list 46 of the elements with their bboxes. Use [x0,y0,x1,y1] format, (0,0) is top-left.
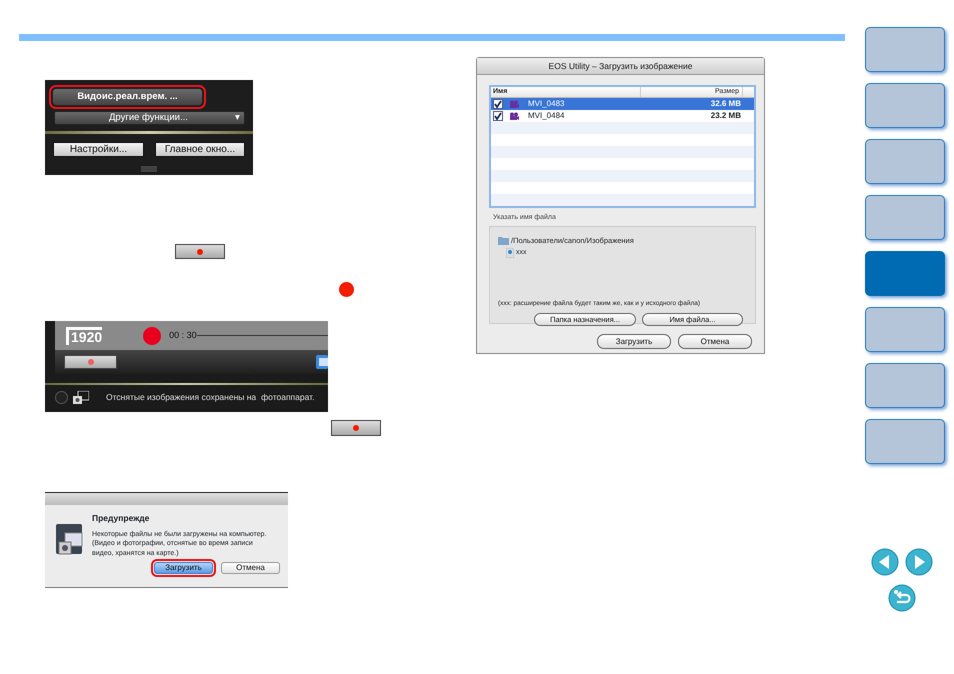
timer-text: 00 : 30 [169,328,197,342]
file-size: 32.6 MB [710,98,741,110]
movie-camera-icon [509,112,519,120]
status-light-icon [55,391,68,404]
checkbox[interactable] [493,111,503,121]
file-name: MVI_0483 [528,98,566,110]
dialog-title: Предупрежде [92,512,150,525]
nav-tab[interactable] [865,363,945,408]
cancel-button[interactable]: Отмена [221,562,280,574]
main-window-button[interactable]: Главное окно... [155,142,245,157]
download-button[interactable]: Загрузить [154,562,213,574]
settings-button[interactable]: Настройки... [53,142,144,157]
nav-tab[interactable] [865,195,945,240]
file-name: MVI_0484 [528,110,566,122]
checkbox[interactable] [493,99,503,109]
file-size: 23.2 MB [710,110,741,122]
nav-tab[interactable] [865,83,945,128]
previous-page-icon[interactable] [870,548,898,576]
back-icon[interactable] [888,584,916,612]
dropdown-menu-button[interactable]: Другие функции... ▾ [54,111,245,125]
nav-tab[interactable] [865,139,945,184]
live-view-button[interactable]: Видоис.реал.врем. ... [52,88,203,106]
window-icon[interactable] [316,355,328,369]
movie-camera-icon [509,100,519,108]
record-indicator-icon [143,326,162,344]
nav-tab[interactable] [865,419,945,464]
record-button[interactable] [64,355,117,369]
folder-icon [498,236,509,245]
file-row[interactable]: MVI_0483 32.6 MB [491,98,754,110]
computer-camera-icon [56,524,84,555]
resize-grip-icon [141,166,157,172]
record-icon [339,282,354,297]
next-page-icon[interactable] [904,548,932,576]
window-title: EOS Utility – Загрузить изображение [477,58,764,75]
status-text: фотоаппарат. [261,391,314,404]
camera-computer-icon [73,391,89,404]
file-icon [506,248,514,258]
record-button[interactable] [175,244,225,259]
record-button[interactable] [331,420,381,436]
file-row[interactable]: MVI_0484 23.2 MB [491,110,754,122]
resolution-badge: 1920 [66,326,102,344]
nav-tab[interactable] [865,307,945,352]
status-text: Отснятые изображения сохранены на [106,391,256,404]
download-button[interactable]: Загрузить [597,334,671,348]
cancel-button[interactable]: Отмена [678,334,752,348]
nav-tab[interactable] [865,27,945,72]
